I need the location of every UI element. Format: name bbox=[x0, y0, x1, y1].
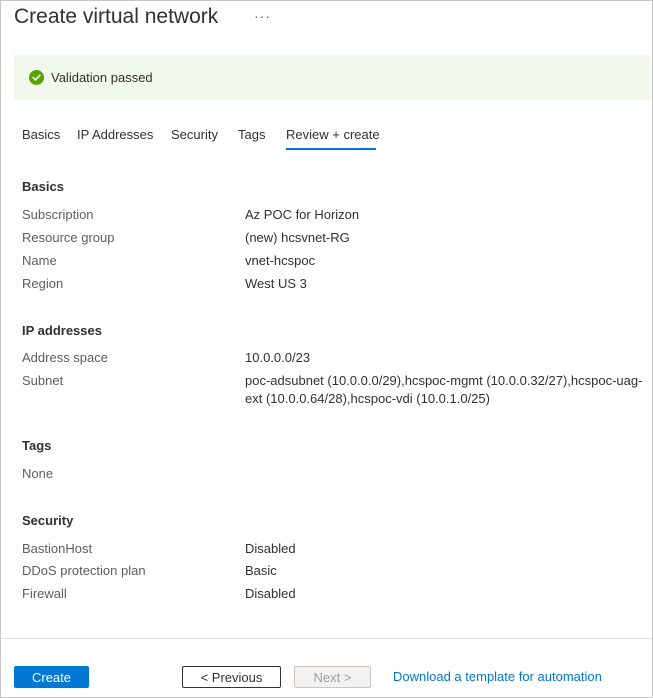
tab-review-create[interactable]: Review + create bbox=[286, 127, 380, 142]
validation-banner: Validation passed bbox=[14, 55, 651, 100]
next-button[interactable]: Next > bbox=[294, 666, 371, 688]
subscription-value: Az POC for Horizon bbox=[245, 207, 360, 222]
resource-group-value: (new) hcsvnet-RG bbox=[245, 230, 350, 245]
ddos-protection-label: DDoS protection plan bbox=[22, 563, 146, 578]
tab-basics[interactable]: Basics bbox=[22, 127, 60, 142]
blade-frame bbox=[0, 0, 653, 698]
subnet-label: Subnet bbox=[22, 373, 64, 388]
section-heading-tags: Tags bbox=[22, 438, 52, 453]
resource-group-label: Resource group bbox=[22, 230, 115, 245]
bastion-host-label: BastionHost bbox=[22, 541, 93, 556]
validation-text: Validation passed bbox=[51, 70, 153, 85]
address-space-value: 10.0.0.0/23 bbox=[245, 350, 311, 365]
tab-security[interactable]: Security bbox=[171, 127, 218, 142]
tab-ip-addresses[interactable]: IP Addresses bbox=[77, 127, 153, 142]
footer-divider bbox=[1, 638, 652, 639]
subnet-value: poc-adsubnet (10.0.0.0/29),hcspoc-mgmt (… bbox=[245, 373, 643, 406]
create-button[interactable]: Create bbox=[14, 666, 89, 688]
region-value: West US 3 bbox=[245, 276, 307, 291]
section-heading-basics: Basics bbox=[22, 179, 64, 194]
previous-button[interactable]: < Previous bbox=[182, 666, 281, 688]
section-heading-ip-addresses: IP addresses bbox=[22, 323, 102, 338]
download-template-link[interactable]: Download a template for automation bbox=[393, 669, 602, 684]
more-options-icon[interactable]: ··· bbox=[254, 8, 271, 24]
address-space-label: Address space bbox=[22, 350, 108, 365]
tab-tags[interactable]: Tags bbox=[238, 127, 265, 142]
ddos-protection-value: Basic bbox=[245, 563, 277, 578]
name-value: vnet-hcspoc bbox=[245, 253, 316, 268]
subscription-label: Subscription bbox=[22, 207, 94, 222]
tags-none-label: None bbox=[22, 466, 54, 481]
section-heading-security: Security bbox=[22, 513, 74, 528]
firewall-label: Firewall bbox=[22, 586, 67, 601]
page-title: Create virtual network bbox=[14, 5, 219, 28]
name-label: Name bbox=[22, 253, 57, 268]
check-circle-icon bbox=[29, 70, 44, 85]
active-tab-indicator bbox=[286, 148, 376, 150]
firewall-value: Disabled bbox=[245, 586, 296, 601]
bastion-host-value: Disabled bbox=[245, 541, 296, 556]
region-label: Region bbox=[22, 276, 64, 291]
